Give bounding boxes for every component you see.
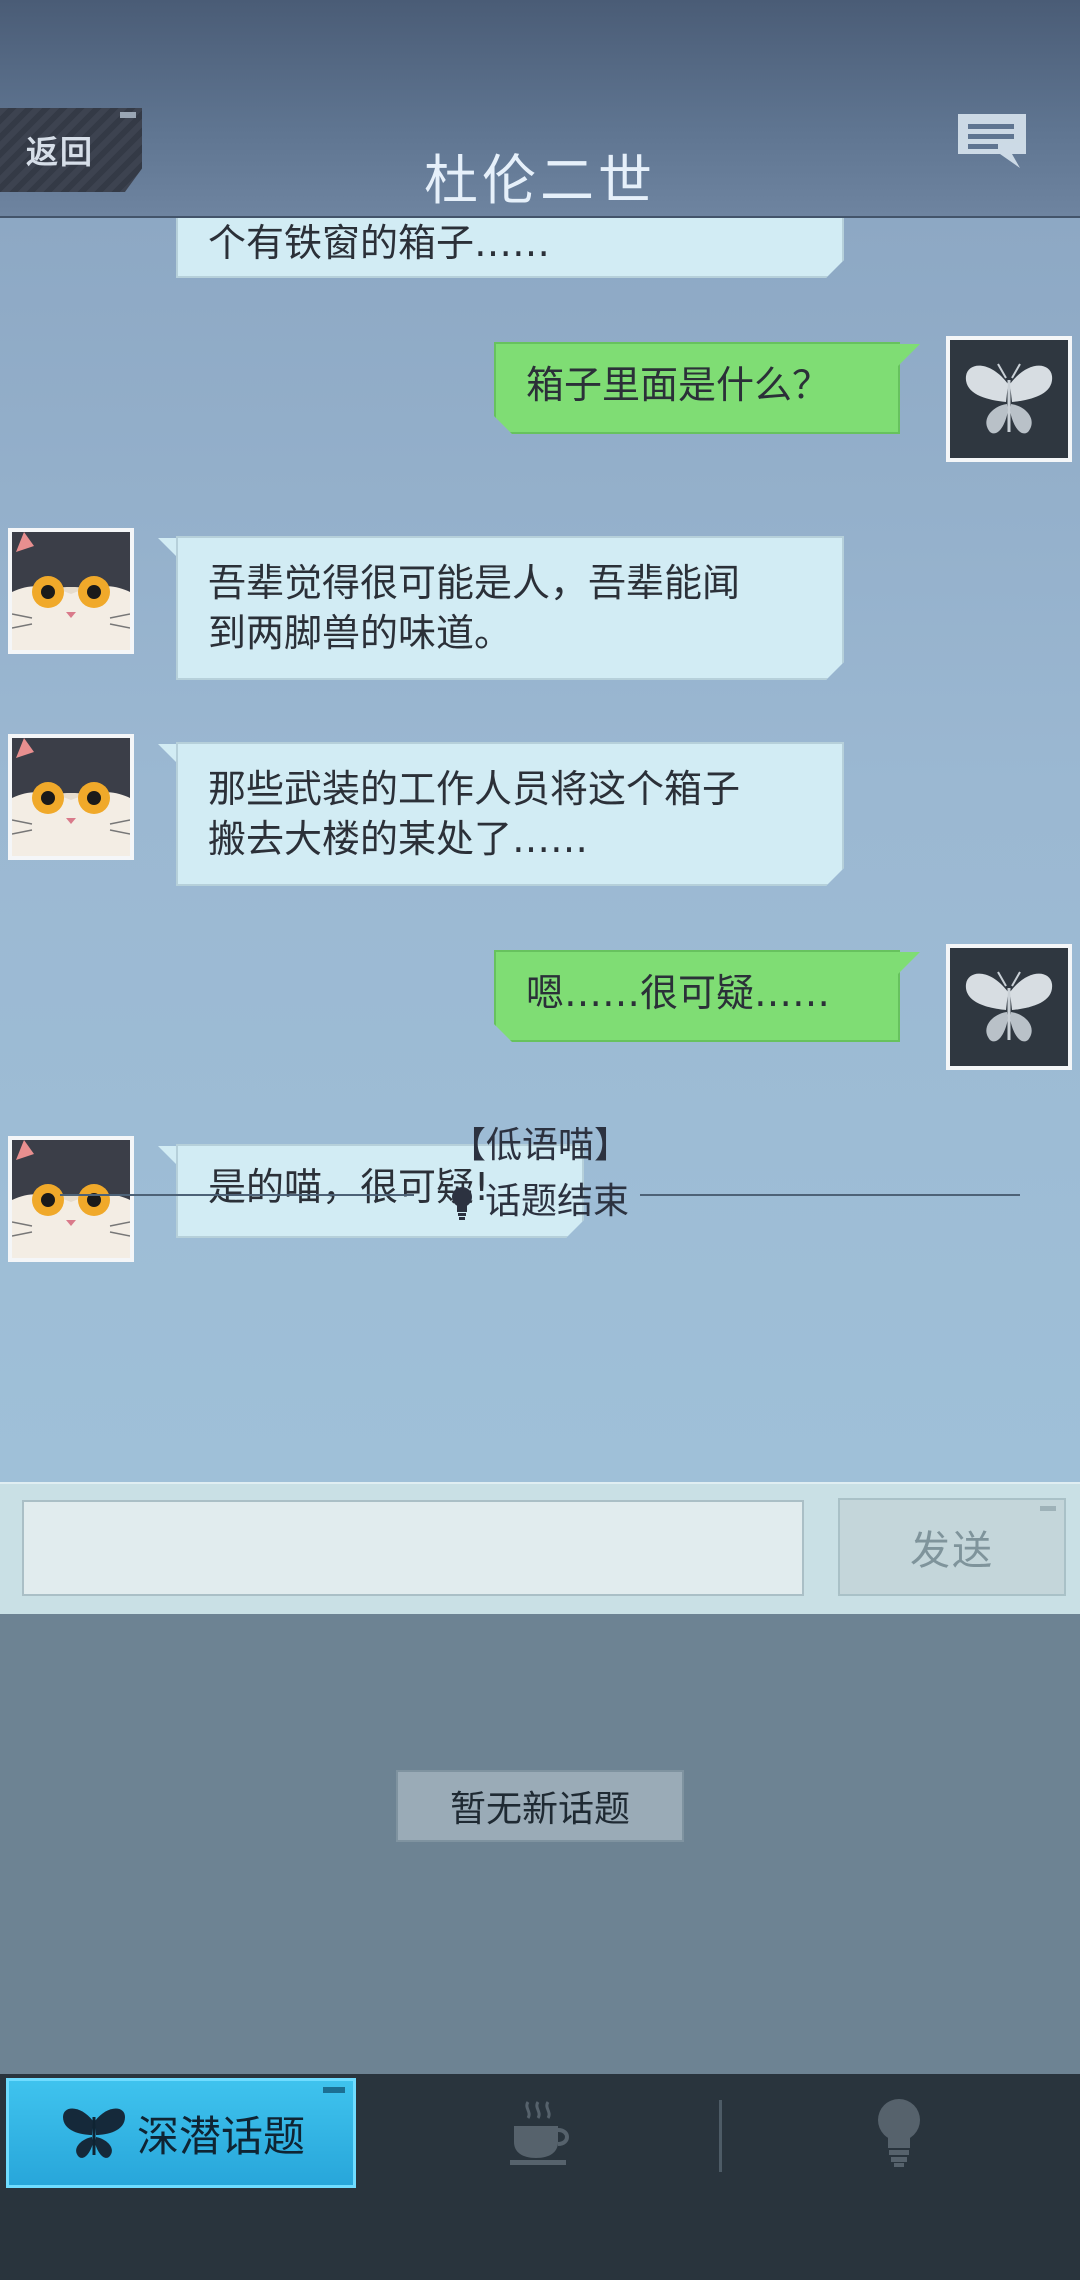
message-line: 吾辈觉得很可能是人，吾辈能闻 <box>208 561 741 605</box>
message-bubble-left: 那些武装的工作人员将这个箱子 搬去大楼的某处了…… <box>176 742 844 886</box>
page-title: 杜伦二世 <box>424 149 656 212</box>
coffee-cup-icon[interactable] <box>504 2098 574 2168</box>
topic-end-label: 话题结束 <box>484 1181 629 1222</box>
chat-area[interactable]: 个有铁窗的箱子…… 箱子里面是什么？ 吾辈觉得很可能是人，吾辈能闻 到两脚兽的味… <box>0 218 1080 1482</box>
butterfly-icon <box>950 948 1068 1066</box>
cat-avatar[interactable] <box>8 528 134 654</box>
no-topic-button[interactable]: 暂无新话题 <box>396 1770 684 1842</box>
message-text: 嗯……很可疑…… <box>526 971 831 1015</box>
corner-mark <box>1040 1506 1056 1511</box>
butterfly-icon <box>950 340 1068 458</box>
message-bubble-left: 吾辈觉得很可能是人，吾辈能闻 到两脚兽的味道。 <box>176 536 844 680</box>
bubble-tail <box>898 952 920 974</box>
message-line: 到两脚兽的味道。 <box>208 611 513 655</box>
bubble-tail <box>898 344 920 366</box>
cat-avatar[interactable] <box>8 734 134 860</box>
speaker-name: 【低语喵】 <box>449 1125 630 1166</box>
message-input[interactable] <box>22 1500 804 1596</box>
message-line: 那些武装的工作人员将这个箱子 <box>208 767 741 811</box>
message-bubble-right: 箱子里面是什么？ <box>494 342 900 434</box>
butterfly-icon <box>63 2108 125 2158</box>
butterfly-avatar[interactable] <box>946 944 1072 1070</box>
send-button-label: 发送 <box>910 1528 994 1574</box>
lightbulb-icon[interactable] <box>876 2098 922 2168</box>
tab-separator <box>719 2100 722 2172</box>
no-topic-label: 暂无新话题 <box>449 1789 630 1830</box>
topic-panel: 暂无新话题 <box>0 1614 1080 2074</box>
message-bubble-left: 个有铁窗的箱子…… <box>176 218 844 278</box>
message-line: 搬去大楼的某处了…… <box>208 817 589 861</box>
message-text: 箱子里面是什么？ <box>526 363 831 407</box>
butterfly-avatar[interactable] <box>946 336 1072 462</box>
message-text: 个有铁窗的箱子…… <box>208 221 551 265</box>
lightbulb-icon <box>451 1187 472 1220</box>
header-bar: 返回 杜伦二世 <box>0 0 1080 218</box>
message-list-icon[interactable] <box>954 110 1034 174</box>
corner-mark <box>120 112 136 118</box>
message-bubble-right: 嗯……很可疑…… <box>494 950 900 1042</box>
tab-deep-dive-topics[interactable]: 深潜话题 <box>6 2078 356 2188</box>
input-bar: 发送 <box>0 1482 1080 1614</box>
corner-mark <box>323 2087 345 2093</box>
bottom-tab-bar: 深潜话题 <box>0 2074 1080 2280</box>
topic-end-row: 话题结束 <box>0 1172 1080 1224</box>
send-button[interactable]: 发送 <box>838 1498 1066 1596</box>
tab-label: 深潜话题 <box>137 2111 306 2161</box>
cat-face-icon <box>12 532 130 650</box>
cat-face-icon <box>12 738 130 856</box>
